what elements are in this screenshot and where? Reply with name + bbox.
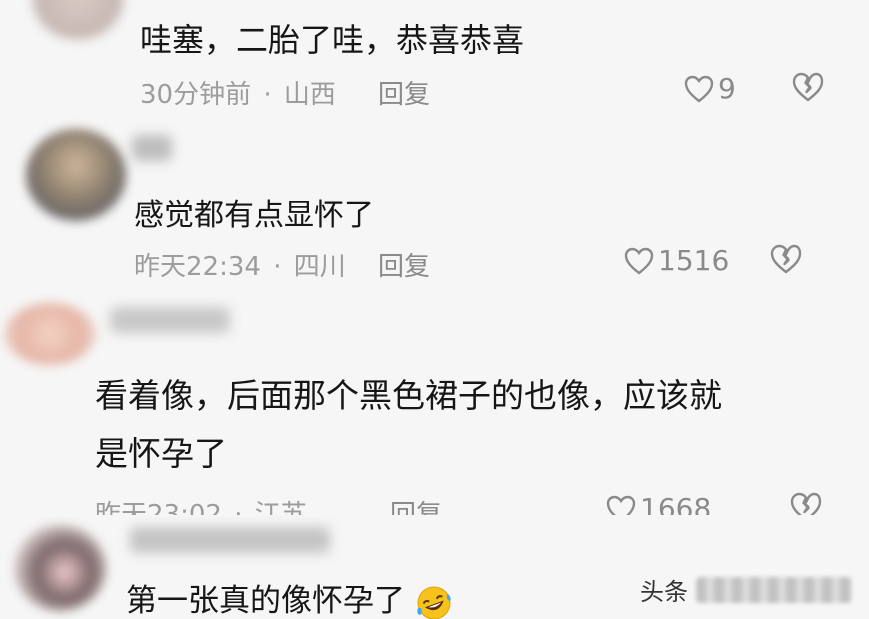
avatar[interactable] [4,303,96,365]
username-blurred[interactable] [130,527,330,553]
heart-icon [624,247,654,275]
username-blurred[interactable] [110,307,230,333]
like-button[interactable]: 9 [684,72,736,105]
dislike-button[interactable] [792,72,824,102]
like-count: 1668 [640,492,712,515]
reply-button[interactable]: 回复 [378,74,430,111]
dislike-button[interactable] [770,244,802,274]
like-button[interactable]: 1516 [624,244,729,277]
dislike-button[interactable] [790,492,822,515]
comment-time: 昨天22:34 [134,252,261,282]
comment-item: 看着像，后面那个黑色裙子的也像，应该就 是怀孕了 昨天23:02 · 江苏 回复… [0,293,869,515]
avatar[interactable] [26,129,126,221]
comment-time: 昨天23:02 [95,500,222,515]
comment-location: 山西 [283,80,336,110]
comment-text: 感觉都有点显怀了 [134,198,374,233]
comment-text-line: 是怀孕了 [95,434,227,473]
heart-icon [684,75,714,103]
avatar[interactable] [32,0,124,40]
comment-text-line: 看着像，后面那个黑色裙子的也像，应该就 [95,376,722,415]
watermark: 头条 [640,572,852,607]
broken-heart-icon [770,244,802,274]
comment-item: 哇塞，二胎了哇，恭喜恭喜 30分钟前 · 山西 回复 9 [0,0,869,115]
reply-button[interactable]: 回复 [378,246,430,283]
meta-separator: · [234,500,243,515]
avatar[interactable] [14,525,106,611]
comment-item: 感觉都有点显怀了 昨天22:34 · 四川 回复 1516 [0,115,869,293]
meta-separator: · [273,252,282,282]
like-button[interactable]: 1668 [606,492,711,515]
heart-icon [606,495,636,515]
broken-heart-icon [790,492,822,515]
comment-meta: 30分钟前 · 山西 [140,74,336,111]
comment-time: 30分钟前 [140,80,252,110]
comment-location: 江苏 [254,500,307,515]
username-blurred[interactable] [132,135,172,161]
comment-location: 四川 [293,252,346,282]
comment-meta: 昨天23:02 · 江苏 [95,494,307,515]
like-count: 1516 [658,244,730,277]
comment-text-content: 第一张真的像怀孕了 [126,583,405,619]
watermark-account-blurred [696,576,852,603]
comment-text: 第一张真的像怀孕了 [126,575,453,619]
broken-heart-icon [792,72,824,102]
watermark-prefix: 头条 [640,578,688,606]
meta-separator: · [263,80,272,110]
laughing-emoji-icon [415,584,453,619]
comment-meta: 昨天22:34 · 四川 [134,246,346,283]
like-count: 9 [718,72,736,105]
comment-text: 哇塞，二胎了哇，恭喜恭喜 [140,21,525,59]
reply-button[interactable]: 回复 [390,494,442,515]
